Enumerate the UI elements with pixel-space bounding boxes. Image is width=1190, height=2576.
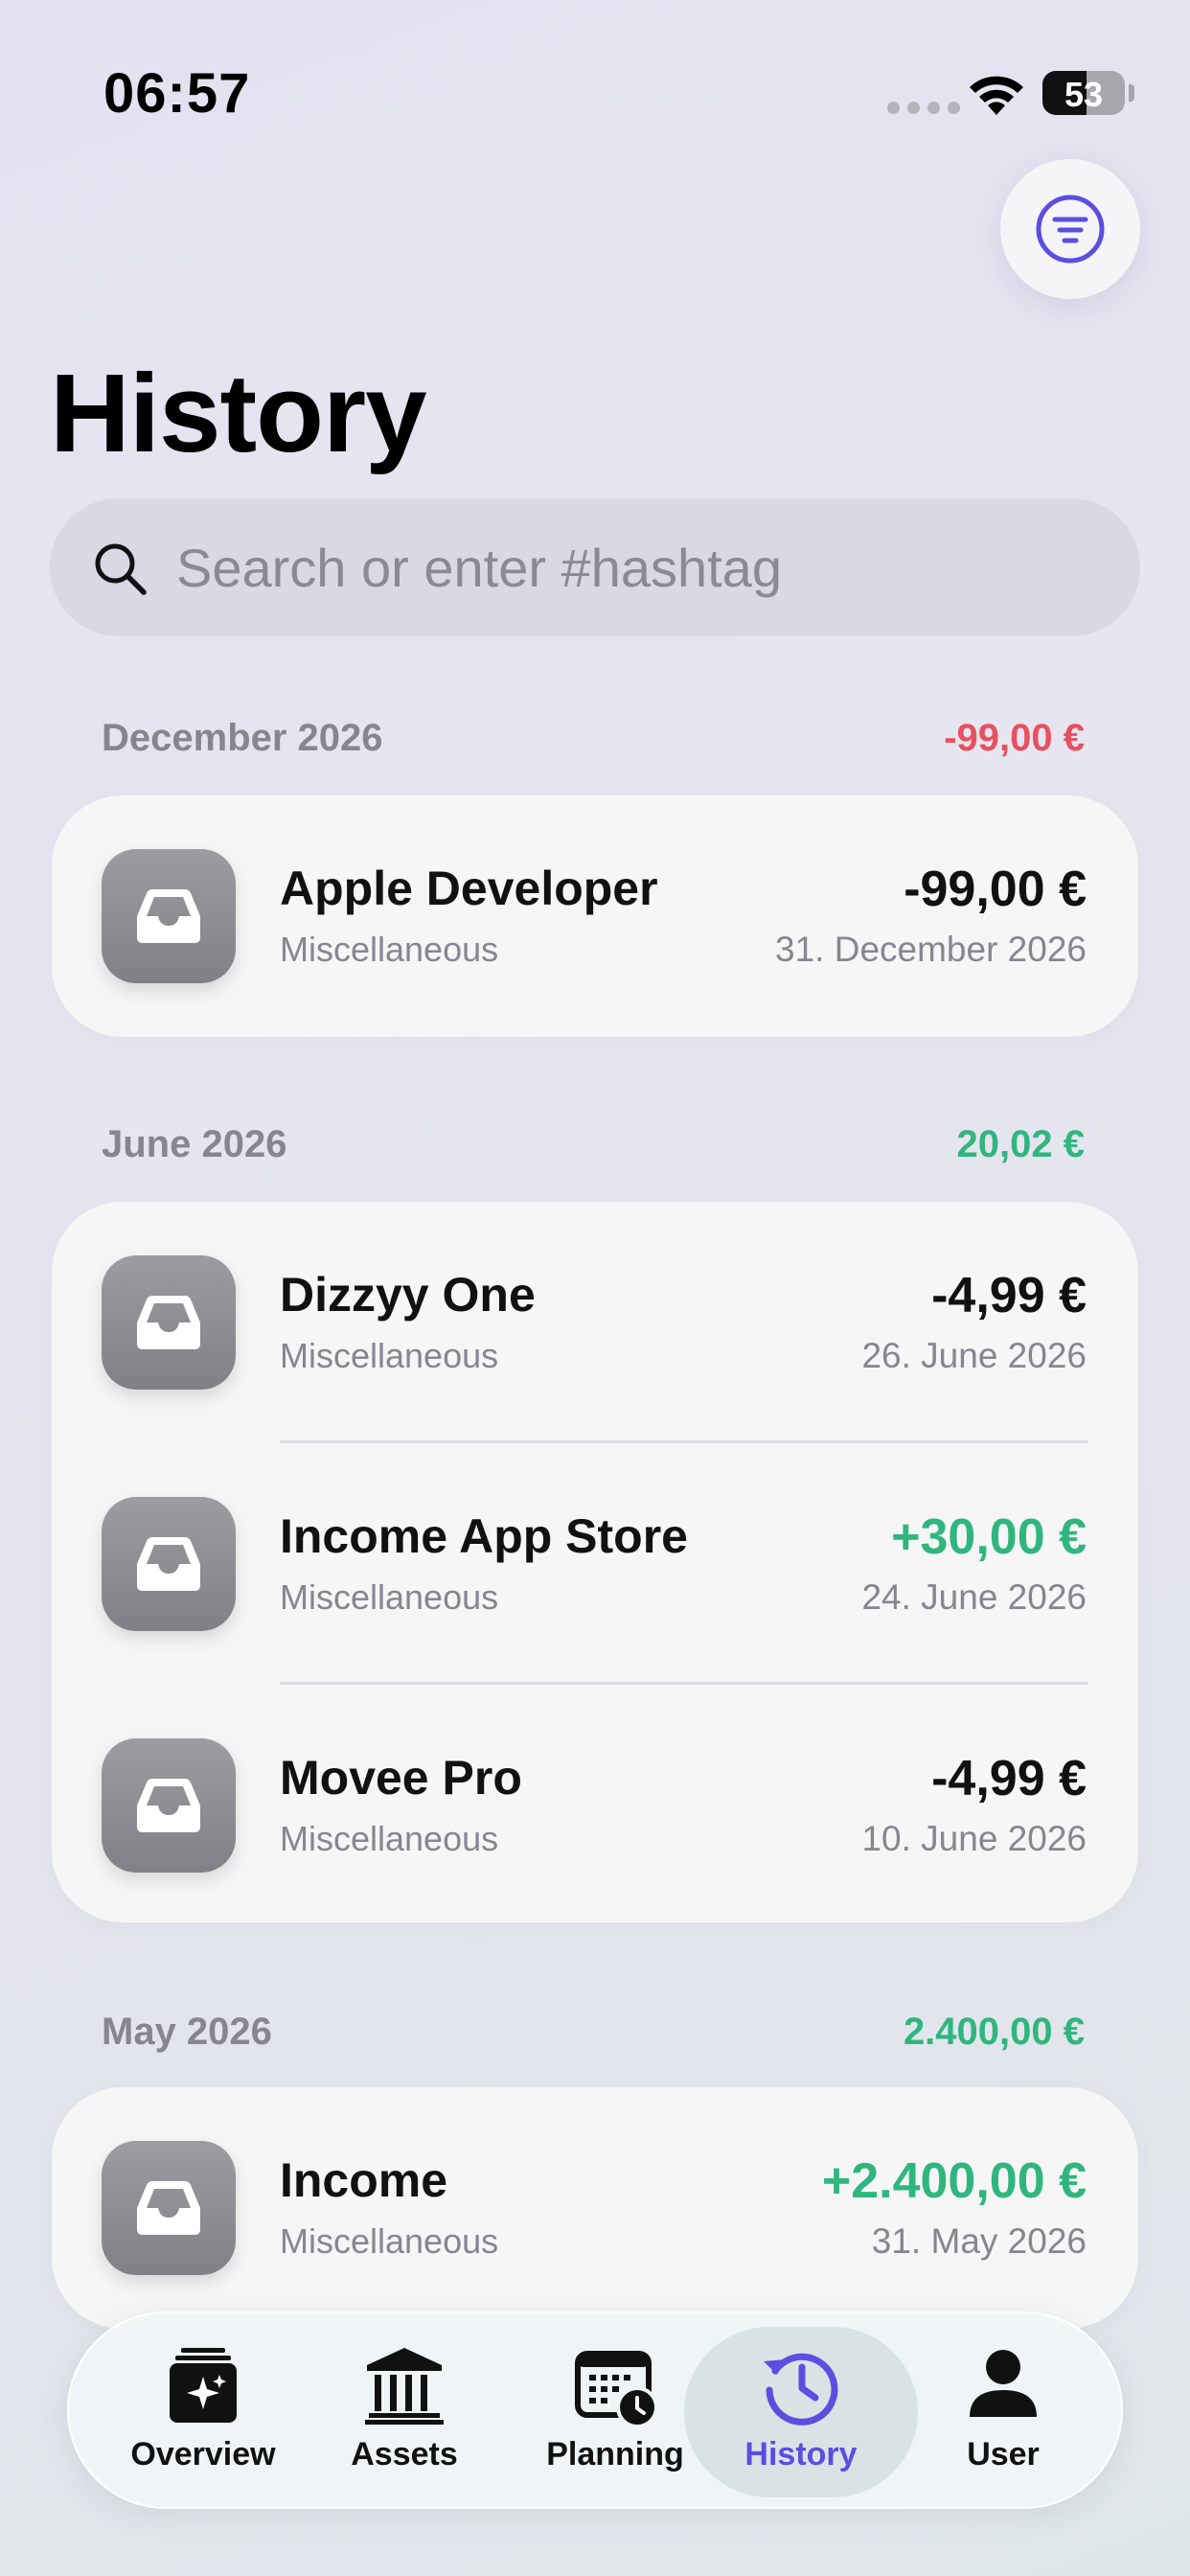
search-input[interactable] xyxy=(176,518,1096,617)
battery-tip xyxy=(1129,84,1134,102)
battery-icon: 53 xyxy=(1042,71,1125,115)
inbox-tray-icon xyxy=(102,2141,236,2275)
tab-history[interactable]: History xyxy=(684,2327,918,2497)
inbox-tray-icon xyxy=(102,1497,236,1631)
transaction-category: Miscellaneous xyxy=(280,1819,499,1858)
tab-planning[interactable]: Planning xyxy=(519,2327,711,2497)
transaction-amount: +30,00 € xyxy=(891,1509,1087,1565)
section-total: 20,02 € xyxy=(956,1123,1085,1165)
filter-button[interactable] xyxy=(1000,159,1140,299)
transaction-row[interactable]: Dizzyy One Miscellaneous -4,99 € 26. Jun… xyxy=(52,1202,1138,1443)
transaction-date: 26. June 2026 xyxy=(861,1336,1087,1375)
tab-label: Planning xyxy=(546,2436,684,2472)
section-header-may: May 2026 2.400,00 € xyxy=(102,2011,1085,2054)
overview-icon xyxy=(170,2348,237,2423)
inbox-tray-icon xyxy=(102,1255,236,1390)
transaction-date: 24. June 2026 xyxy=(861,1577,1087,1617)
bank-icon xyxy=(365,2348,444,2425)
tab-label: Overview xyxy=(130,2436,276,2472)
calendar-clock-icon xyxy=(575,2351,658,2428)
transaction-date: 31. May 2026 xyxy=(871,2221,1087,2261)
transaction-amount: -4,99 € xyxy=(931,1268,1087,1323)
section-total: 2.400,00 € xyxy=(903,2011,1085,2053)
section-month: May 2026 xyxy=(102,2011,272,2053)
transaction-row[interactable]: Movee Pro Miscellaneous -4,99 € 10. June… xyxy=(52,1685,1138,1926)
transaction-row[interactable]: Apple Developer Miscellaneous -99,00 € 3… xyxy=(52,795,1138,1037)
battery-level: 53 xyxy=(1064,75,1104,114)
transaction-category: Miscellaneous xyxy=(280,1577,499,1617)
section-header-december: December 2026 -99,00 € xyxy=(102,717,1085,760)
transaction-title: Dizzyy One xyxy=(280,1268,536,1322)
history-icon xyxy=(764,2353,838,2426)
transaction-card: Apple Developer Miscellaneous -99,00 € 3… xyxy=(52,795,1138,1037)
transaction-card: Income Miscellaneous +2.400,00 € 31. May… xyxy=(52,2087,1138,2329)
transaction-row[interactable]: Income Miscellaneous +2.400,00 € 31. May… xyxy=(52,2087,1138,2329)
section-header-june: June 2026 20,02 € xyxy=(102,1123,1085,1166)
cellular-signal-icon xyxy=(887,102,960,114)
transaction-date: 31. December 2026 xyxy=(775,930,1087,969)
transaction-title: Apple Developer xyxy=(280,862,658,915)
tab-label: User xyxy=(967,2436,1040,2472)
transaction-category: Miscellaneous xyxy=(280,930,499,969)
transaction-amount: +2.400,00 € xyxy=(821,2153,1087,2209)
tab-assets[interactable]: Assets xyxy=(330,2327,479,2497)
transaction-title: Income App Store xyxy=(280,1509,688,1563)
tab-overview[interactable]: Overview xyxy=(117,2327,289,2497)
person-icon xyxy=(970,2350,1037,2417)
transaction-date: 10. June 2026 xyxy=(861,1819,1087,1858)
transaction-row[interactable]: Income App Store Miscellaneous +30,00 € … xyxy=(52,1443,1138,1685)
transaction-card: Dizzyy One Miscellaneous -4,99 € 26. Jun… xyxy=(52,1202,1138,1922)
section-month: December 2026 xyxy=(102,717,383,759)
transaction-category: Miscellaneous xyxy=(280,2221,499,2261)
wifi-icon xyxy=(970,76,1023,115)
tab-bar: Overview Assets Planning History User xyxy=(67,2312,1123,2509)
filter-icon xyxy=(1036,195,1105,264)
section-month: June 2026 xyxy=(102,1123,287,1165)
transaction-category: Miscellaneous xyxy=(280,1336,499,1375)
search-icon xyxy=(95,543,147,595)
transaction-amount: -4,99 € xyxy=(931,1751,1087,1806)
page-title: History xyxy=(50,351,427,475)
inbox-tray-icon xyxy=(102,849,236,983)
inbox-tray-icon xyxy=(102,1738,236,1873)
tab-label: History xyxy=(744,2436,858,2472)
transaction-title: Movee Pro xyxy=(280,1751,522,1805)
status-time: 06:57 xyxy=(103,62,251,125)
status-bar: 06:57 53 xyxy=(0,0,1190,182)
section-total: -99,00 € xyxy=(944,717,1085,759)
tab-label: Assets xyxy=(351,2436,458,2472)
tab-user[interactable]: User xyxy=(941,2327,1065,2497)
transaction-title: Income xyxy=(280,2153,448,2207)
transaction-amount: -99,00 € xyxy=(904,862,1087,917)
